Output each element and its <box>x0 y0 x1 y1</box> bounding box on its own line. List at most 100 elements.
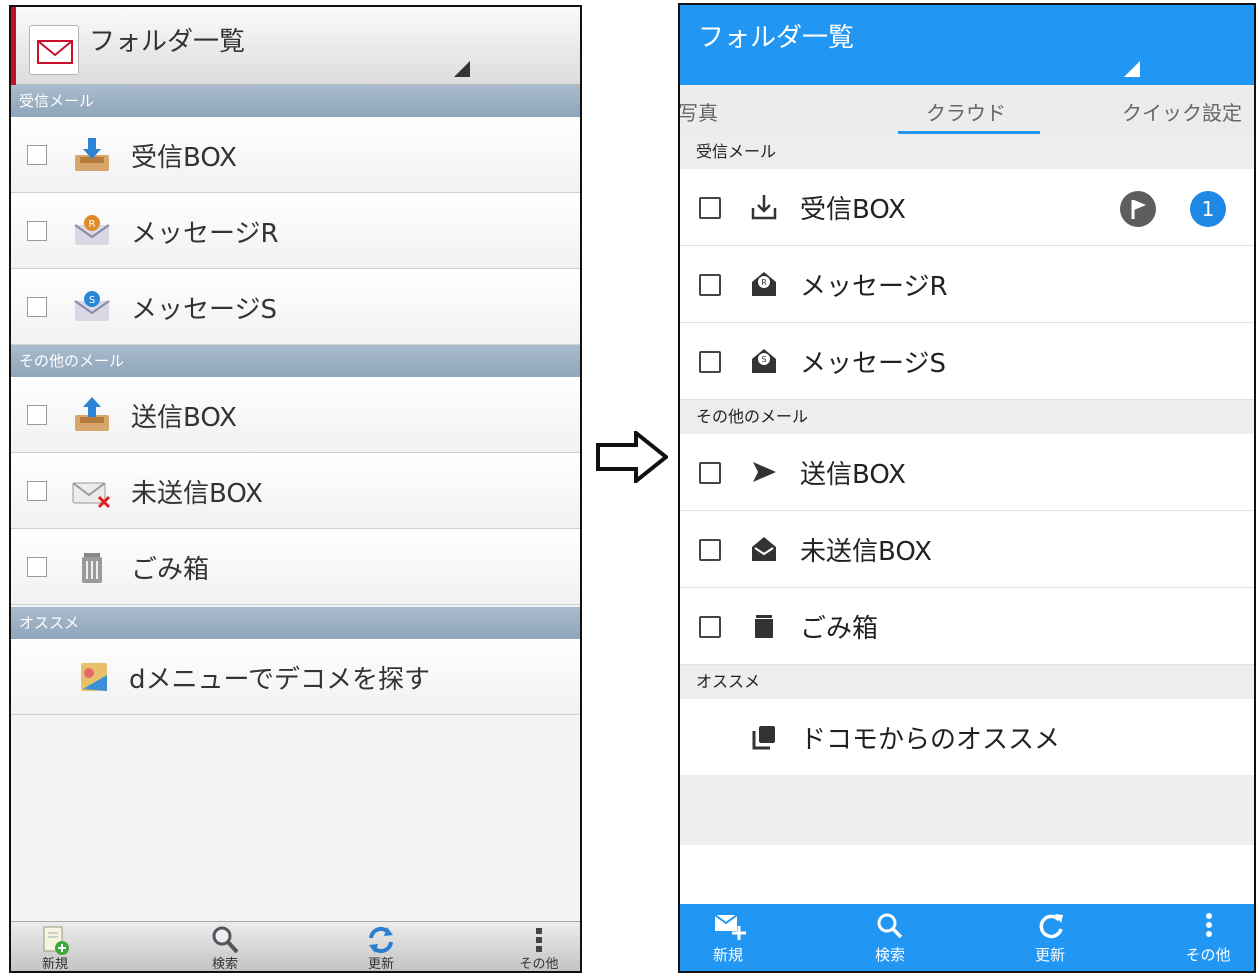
checkbox[interactable] <box>699 616 721 638</box>
mail-app-icon[interactable] <box>29 25 79 75</box>
folder-row-sent[interactable]: 送信BOX <box>11 377 580 453</box>
new-label: 新規 <box>712 946 743 964</box>
refresh-label: 更新 <box>367 957 394 972</box>
checkbox[interactable] <box>27 405 47 425</box>
more-button[interactable]: その他 <box>499 922 579 972</box>
unsent-mail-icon <box>72 482 111 509</box>
search-icon <box>877 913 903 939</box>
new-button[interactable]: 新規 <box>688 904 768 971</box>
right-arrow-icon <box>596 431 668 483</box>
drafts-icon <box>752 537 776 561</box>
trash-icon <box>755 615 773 638</box>
empty-area <box>680 775 1254 845</box>
flag-icon[interactable] <box>1120 191 1156 227</box>
folder-row-message-s[interactable]: S メッセージS <box>680 323 1254 400</box>
page-title: フォルダ一覧 <box>698 23 855 53</box>
folder-label: メッセージS <box>131 295 277 325</box>
more-button[interactable]: その他 <box>1168 904 1248 971</box>
folder-row-inbox[interactable]: 受信BOX 1 <box>680 169 1254 246</box>
refresh-button[interactable]: 更新 <box>341 922 421 972</box>
dropdown-corner-icon[interactable] <box>454 61 470 77</box>
header: フォルダ一覧 <box>680 5 1254 85</box>
outbox-tray-icon <box>75 397 109 431</box>
more-vertical-icon <box>1206 913 1212 937</box>
svg-text:R: R <box>89 219 96 230</box>
folder-label: ごみ箱 <box>131 555 210 585</box>
folder-row-sent[interactable]: 送信BOX <box>680 434 1254 511</box>
folder-label: 送信BOX <box>800 460 906 490</box>
send-icon <box>753 462 776 482</box>
checkbox[interactable] <box>27 221 47 241</box>
trash-icon <box>82 553 102 583</box>
search-label: 検索 <box>211 957 238 972</box>
folder-row-trash[interactable]: ごみ箱 <box>680 588 1254 665</box>
checkbox[interactable] <box>27 557 47 577</box>
tab-quick-settings[interactable]: クイック設定 <box>1122 97 1242 126</box>
section-header-recommend: オススメ <box>11 607 580 639</box>
checkbox[interactable] <box>699 539 721 561</box>
inbox-tray-icon <box>75 138 109 171</box>
tab-cloud[interactable]: クラウド <box>926 97 1006 126</box>
page-title: フォルダ一覧 <box>89 27 246 57</box>
message-s-icon: S <box>74 291 110 321</box>
checkbox[interactable] <box>699 197 721 219</box>
message-r-icon: R <box>752 272 776 296</box>
search-button[interactable]: 検索 <box>185 922 265 972</box>
section-header-other: その他のメール <box>680 400 1254 434</box>
svg-text:S: S <box>89 295 95 306</box>
folder-row-trash[interactable]: ごみ箱 <box>11 529 580 605</box>
collections-icon <box>752 726 775 750</box>
message-s-icon: S <box>752 349 776 373</box>
more-label: その他 <box>519 957 559 972</box>
message-r-icon: R <box>74 215 110 245</box>
checkbox[interactable] <box>27 481 47 501</box>
recommend-row[interactable]: ドコモからのオススメ <box>680 699 1254 776</box>
checkbox[interactable] <box>27 297 47 317</box>
tab-bar: 写真 クラウド クイック設定 <box>680 85 1254 135</box>
new-mail-icon <box>714 914 746 940</box>
dropdown-corner-icon[interactable] <box>1124 61 1140 77</box>
old-ui-screen: フォルダ一覧 受信メール 受信BOX R メッセージR S メッセージS その他… <box>9 5 582 973</box>
search-label: 検索 <box>874 946 905 964</box>
checkbox[interactable] <box>699 462 721 484</box>
checkbox[interactable] <box>699 274 721 296</box>
recommend-label: dメニューでデコメを探す <box>129 665 430 695</box>
search-icon <box>212 926 239 954</box>
folder-label: 受信BOX <box>800 195 906 225</box>
unread-count-badge: 1 <box>1190 191 1226 227</box>
section-header-other: その他のメール <box>11 345 580 377</box>
new-ui-screen: フォルダ一覧 写真 クラウド クイック設定 受信メール 受信BOX 1 R メッ… <box>678 3 1256 973</box>
svg-text:S: S <box>761 355 766 364</box>
new-label: 新規 <box>41 957 68 972</box>
bottom-toolbar: 新規 検索 更新 その他 <box>680 904 1254 971</box>
folder-label: 送信BOX <box>131 403 237 433</box>
search-button[interactable]: 検索 <box>850 904 930 971</box>
folder-row-inbox[interactable]: 受信BOX <box>11 117 580 193</box>
tab-photo[interactable]: 写真 <box>680 97 718 126</box>
recommend-row[interactable]: dメニューでデコメを探す <box>11 639 580 715</box>
folder-row-message-r[interactable]: R メッセージR <box>11 193 580 269</box>
folder-row-unsent[interactable]: 未送信BOX <box>11 453 580 529</box>
refresh-label: 更新 <box>1034 946 1065 964</box>
refresh-icon <box>369 926 393 954</box>
folder-label: メッセージR <box>131 219 279 249</box>
checkbox[interactable] <box>699 351 721 373</box>
refresh-button[interactable]: 更新 <box>1010 904 1090 971</box>
recommend-label: ドコモからのオススメ <box>800 725 1061 755</box>
section-header-recommend: オススメ <box>680 665 1254 699</box>
empty-area <box>11 725 580 925</box>
folder-label: ごみ箱 <box>800 614 879 644</box>
folder-row-message-r[interactable]: R メッセージR <box>680 246 1254 323</box>
more-label: その他 <box>1185 946 1231 964</box>
folder-label: 未送信BOX <box>800 537 932 567</box>
new-mail-icon <box>43 926 69 955</box>
folder-label: メッセージS <box>800 349 946 379</box>
new-button[interactable]: 新規 <box>15 922 95 972</box>
section-header-inbox: 受信メール <box>680 135 1254 169</box>
folder-label: 未送信BOX <box>131 479 263 509</box>
checkbox[interactable] <box>27 145 47 165</box>
folder-row-message-s[interactable]: S メッセージS <box>11 269 580 345</box>
accent-bar <box>11 7 16 85</box>
bottom-toolbar: 新規 検索 更新 その他 <box>11 921 580 971</box>
folder-row-unsent[interactable]: 未送信BOX <box>680 511 1254 588</box>
